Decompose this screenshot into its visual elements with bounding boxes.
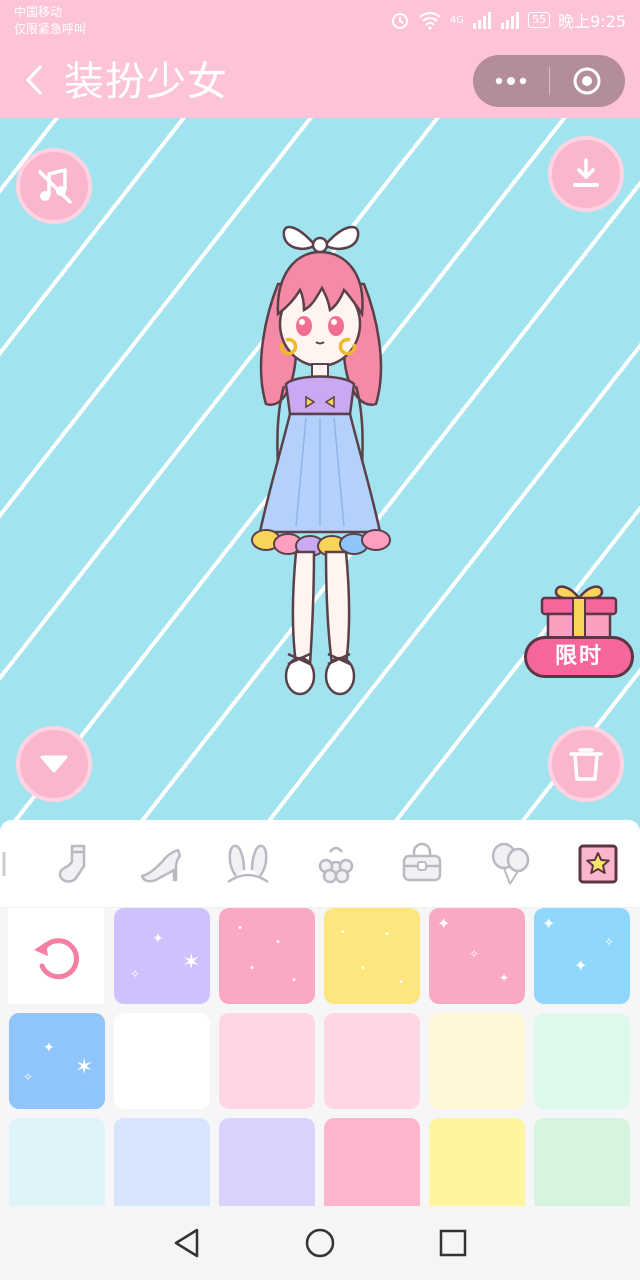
- tab-handheld[interactable]: [486, 840, 534, 888]
- triangle-down-icon: [40, 755, 68, 773]
- limited-gift-button[interactable]: 限时: [524, 584, 636, 680]
- tab-shoes[interactable]: [138, 840, 186, 888]
- reset-button[interactable]: [8, 908, 104, 1004]
- collapse-panel-button[interactable]: [16, 726, 92, 802]
- swatch-tile[interactable]: [324, 1118, 420, 1206]
- miniprogram-capsule: [473, 55, 625, 107]
- swatch-tile[interactable]: [114, 1118, 210, 1206]
- alarm-icon: [391, 13, 408, 29]
- system-nav-bar: [0, 1206, 640, 1280]
- battery-indicator: 55: [528, 12, 551, 28]
- tab-partial[interactable]: [0, 840, 28, 888]
- more-button[interactable]: [473, 55, 549, 107]
- network-type: 4G: [449, 14, 465, 26]
- title-bar: 中国移动 仅限紧急呼叫 4G 55 晚上9:25 装扮少女: [0, 0, 640, 118]
- download-icon: [573, 158, 599, 187]
- square-recents-icon: [440, 1229, 467, 1257]
- nav-recents-button[interactable]: [423, 1213, 483, 1273]
- circle-home-icon: [305, 1228, 335, 1258]
- flower-icon: [318, 846, 354, 884]
- swatch-tile[interactable]: [429, 1118, 525, 1206]
- triangle-back-icon: [174, 1228, 198, 1258]
- dress-ruffle: [251, 529, 391, 557]
- wifi-icon: [419, 12, 441, 30]
- sock-icon: [58, 844, 86, 883]
- refresh-icon: [34, 938, 79, 980]
- balloon-icon: [491, 842, 530, 885]
- swatch-tile[interactable]: ✦ ✶ ✧: [9, 1013, 105, 1109]
- status-icons: 4G 55 晚上9:25: [390, 8, 626, 32]
- partial-category-icon: [2, 852, 6, 876]
- nav-home-button[interactable]: [290, 1213, 350, 1273]
- status-carrier-block: 中国移动 仅限紧急呼叫: [14, 4, 86, 38]
- swatch-tile[interactable]: [219, 1013, 315, 1109]
- tab-headwear[interactable]: [224, 840, 272, 888]
- tab-background[interactable]: [574, 840, 622, 888]
- bag-icon: [402, 842, 442, 882]
- tab-socks[interactable]: [50, 840, 98, 888]
- dress-up-stage: 限时: [0, 118, 640, 830]
- close-miniprogram-button[interactable]: [550, 55, 626, 107]
- category-tabs: [0, 820, 640, 908]
- hair-bow: [282, 225, 360, 254]
- star-frame-icon: [578, 844, 618, 884]
- more-dots-icon: [495, 77, 526, 85]
- swatch-tile[interactable]: ✦ ✦ ✧: [534, 908, 630, 1004]
- swatch-tile[interactable]: ✦ ✧ ✦: [429, 908, 525, 1004]
- gift-tag-label: 限时: [524, 636, 634, 678]
- nav-back-button[interactable]: [157, 1213, 217, 1273]
- swatch-tile[interactable]: [9, 1118, 105, 1206]
- music-off-icon: [38, 168, 72, 204]
- swatch-tile[interactable]: [534, 1013, 630, 1109]
- swatch-tile[interactable]: • • • •: [324, 908, 420, 1004]
- swatch-tile[interactable]: [219, 1118, 315, 1206]
- page-title: 装扮少女: [64, 59, 228, 105]
- high-heel-icon: [140, 848, 182, 883]
- trash-icon: [569, 748, 603, 781]
- tab-bags[interactable]: [398, 840, 446, 888]
- dress-up-character[interactable]: [226, 214, 416, 714]
- wardrobe-panel: ✦ ✶ ✧ • • • • • • • • ✦ ✧ ✦ ✦ ✦ ✧ ✦ ✶ ✧: [0, 820, 640, 1206]
- download-button[interactable]: [548, 136, 624, 212]
- swatch-tile[interactable]: [429, 1013, 525, 1109]
- clock: 晚上9:25: [558, 12, 626, 31]
- swatch-tile[interactable]: ✦ ✶ ✧: [114, 908, 210, 1004]
- target-icon: [573, 67, 601, 95]
- tab-accessories[interactable]: [312, 840, 360, 888]
- chevron-left-icon: [26, 65, 42, 95]
- swatch-tile[interactable]: [114, 1013, 210, 1109]
- trash-button[interactable]: [548, 726, 624, 802]
- music-toggle-button[interactable]: [16, 148, 92, 224]
- emergency-label: 仅限紧急呼叫: [14, 22, 87, 36]
- back-button[interactable]: [20, 62, 48, 98]
- shoes: [284, 652, 356, 696]
- item-grid: ✦ ✶ ✧ • • • • • • • • ✦ ✧ ✦ ✦ ✦ ✧ ✦ ✶ ✧: [0, 908, 640, 1206]
- bunny-ears-icon: [227, 844, 269, 884]
- swatch-tile[interactable]: [324, 1013, 420, 1109]
- swatch-tile[interactable]: [534, 1118, 630, 1206]
- carrier-label: 中国移动: [14, 5, 63, 19]
- signal-icon-2: [501, 12, 520, 29]
- swatch-tile[interactable]: • • • •: [219, 908, 315, 1004]
- signal-icon: [473, 12, 492, 29]
- gift-box-icon: [540, 585, 618, 640]
